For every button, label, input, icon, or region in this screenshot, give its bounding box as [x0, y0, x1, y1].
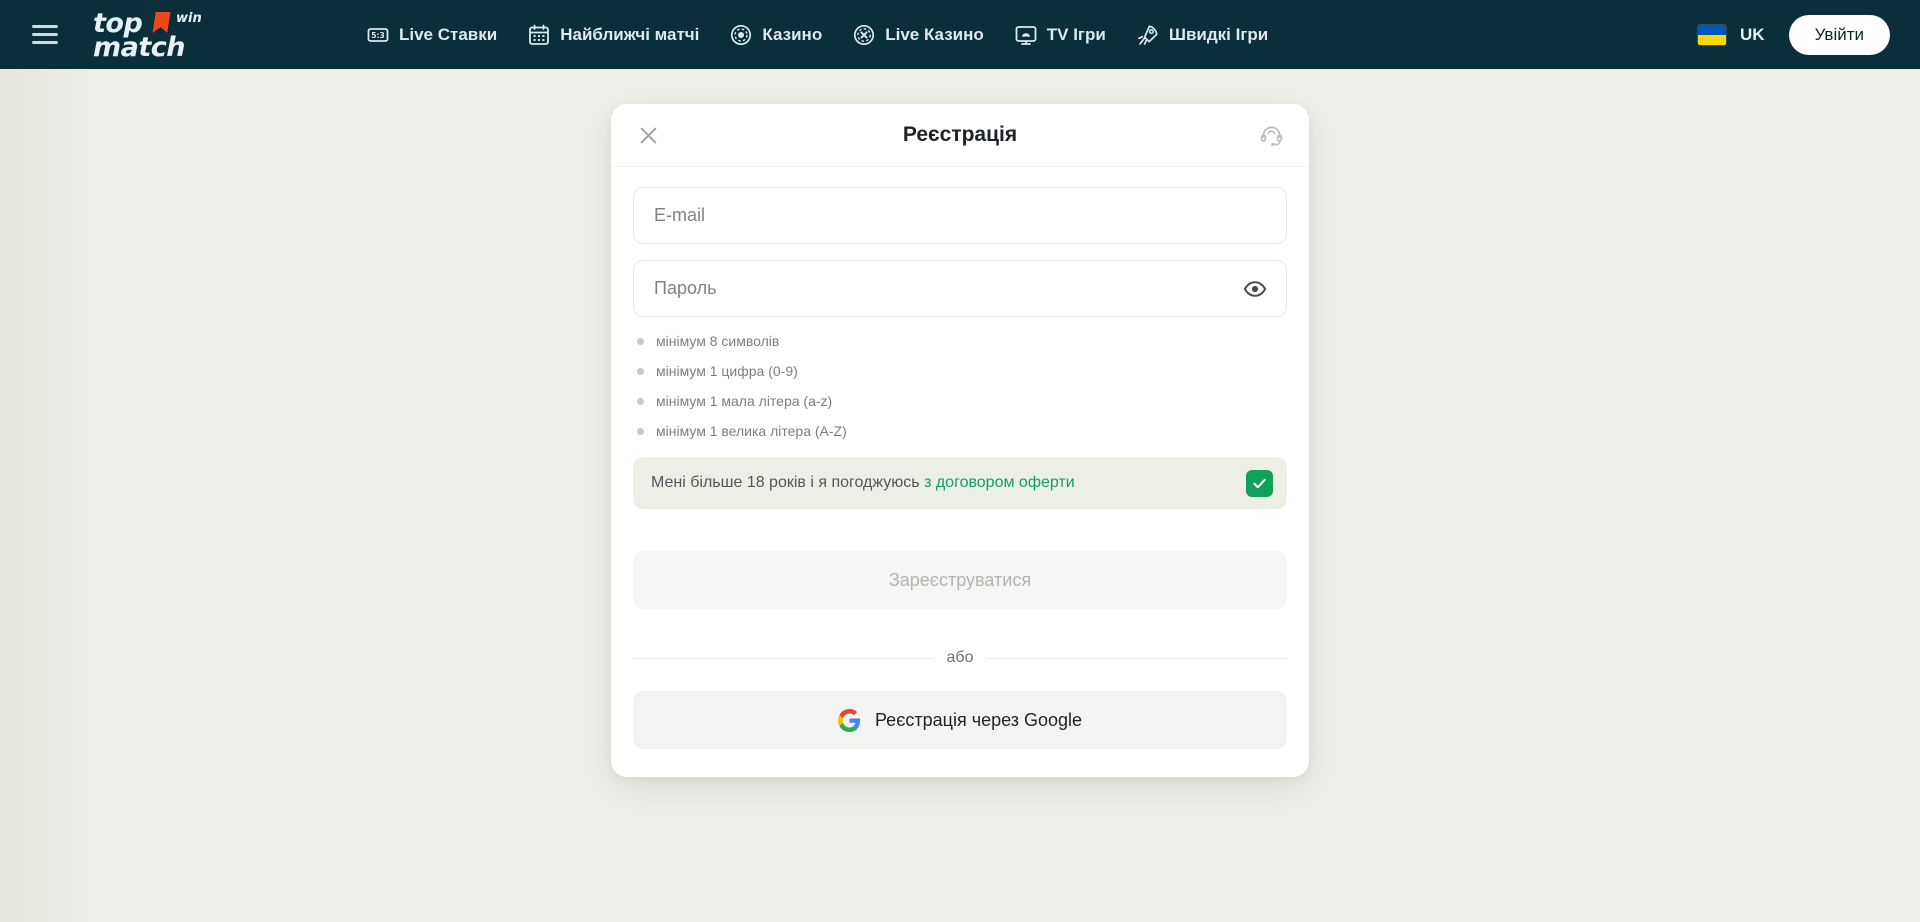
consent-checkbox[interactable]	[1246, 469, 1273, 497]
age-and-terms-consent-row[interactable]: Мені більше 18 років і я погоджуюсь з до…	[633, 457, 1287, 509]
live-scoreboard-icon: 5:3	[366, 23, 390, 47]
register-with-google-button[interactable]: Реєстрація через Google	[633, 691, 1287, 749]
consent-label: Мені більше 18 років і я погоджуюсь з до…	[651, 474, 1246, 492]
nav-label: Live Ставки	[399, 24, 498, 44]
casino-chip-icon	[729, 23, 753, 47]
login-button[interactable]: Увійти	[1788, 14, 1890, 55]
nav-label: Казино	[762, 24, 823, 44]
eye-icon[interactable]	[1242, 276, 1268, 302]
main-navigation: 5:3 Live Ставки Найближчі матчі Казино L…	[366, 23, 1268, 47]
close-x-icon[interactable]	[633, 120, 663, 150]
top-header: top win match 5:3 Live Ставки Найближчі …	[0, 0, 1920, 69]
register-submit-button[interactable]: Зареєструватися	[633, 551, 1287, 609]
nav-item-tv-games[interactable]: TV Ігри	[1014, 23, 1106, 47]
modal-body: мінімум 8 символів мінімум 1 цифра (0-9)…	[611, 167, 1309, 777]
password-input[interactable]	[634, 261, 1286, 316]
site-logo[interactable]: top win match	[93, 10, 238, 63]
bullet-dot-icon	[637, 337, 644, 345]
tv-gamepad-icon	[1014, 23, 1038, 47]
logo-text-bottom: match	[93, 31, 186, 63]
page-title: Реєстрація	[902, 123, 1018, 146]
nav-label: TV Ігри	[1046, 24, 1106, 44]
bullet-dot-icon	[637, 397, 644, 405]
registration-modal: Реєстрація E-mail мінімум 8 символів мін…	[611, 104, 1309, 777]
email-field[interactable]	[633, 187, 1287, 244]
svg-text:5:3: 5:3	[371, 31, 384, 40]
live-casino-chip-icon	[852, 23, 876, 47]
checkmark-icon	[1253, 478, 1266, 488]
list-item: мінімум 8 символів	[637, 333, 1287, 349]
consent-text: Мені більше 18 років і я погоджуюсь	[651, 474, 925, 491]
list-item: мінімум 1 мала літера (a-z)	[637, 393, 1287, 409]
divider-line-left	[633, 657, 933, 659]
email-input[interactable]	[634, 188, 1286, 243]
ukraine-flag-icon[interactable]	[1698, 24, 1726, 45]
or-divider: або	[633, 649, 1287, 667]
requirement-text: мінімум 1 цифра (0-9)	[656, 363, 798, 379]
calendar-icon	[527, 23, 551, 47]
nav-label: Live Казино	[885, 24, 984, 44]
divider-line-right	[987, 657, 1287, 659]
google-g-icon	[837, 708, 861, 732]
nav-item-casino[interactable]: Казино	[729, 23, 822, 47]
headset-support-icon[interactable]	[1255, 119, 1287, 151]
left-rail	[0, 69, 100, 922]
bullet-dot-icon	[637, 367, 644, 375]
logo-text-win: win	[176, 10, 202, 26]
requirement-text: мінімум 8 символів	[656, 333, 780, 349]
nav-item-fast-games[interactable]: Швидкі Ігри	[1136, 23, 1268, 47]
google-button-label: Реєстрація через Google	[874, 709, 1083, 730]
requirement-text: мінімум 1 велика літера (A-Z)	[656, 423, 847, 439]
hamburger-menu-icon[interactable]	[32, 25, 58, 44]
requirement-text: мінімум 1 мала літера (a-z)	[656, 393, 833, 409]
nav-label: Швидкі Ігри	[1168, 24, 1269, 44]
language-selector[interactable]: UK	[1740, 25, 1765, 45]
password-field[interactable]	[633, 260, 1287, 317]
bullet-dot-icon	[637, 427, 644, 435]
nav-label: Найближчі матчі	[560, 24, 700, 44]
password-requirements-list: мінімум 8 символів мінімум 1 цифра (0-9)…	[637, 333, 1287, 439]
modal-header: Реєстрація	[611, 104, 1309, 167]
rocket-icon	[1136, 23, 1160, 47]
nav-item-upcoming-matches[interactable]: Найближчі матчі	[527, 23, 699, 47]
list-item: мінімум 1 велика літера (A-Z)	[637, 423, 1287, 439]
header-right-controls: UK Увійти	[1698, 14, 1890, 55]
nav-item-live-bets[interactable]: 5:3 Live Ставки	[366, 23, 497, 47]
list-item: мінімум 1 цифра (0-9)	[637, 363, 1287, 379]
divider-label: або	[946, 649, 974, 666]
bookmark-flag-icon	[152, 12, 170, 33]
nav-item-live-casino[interactable]: Live Казино	[852, 23, 984, 47]
terms-offer-link[interactable]: з договором оферти	[924, 474, 1075, 491]
